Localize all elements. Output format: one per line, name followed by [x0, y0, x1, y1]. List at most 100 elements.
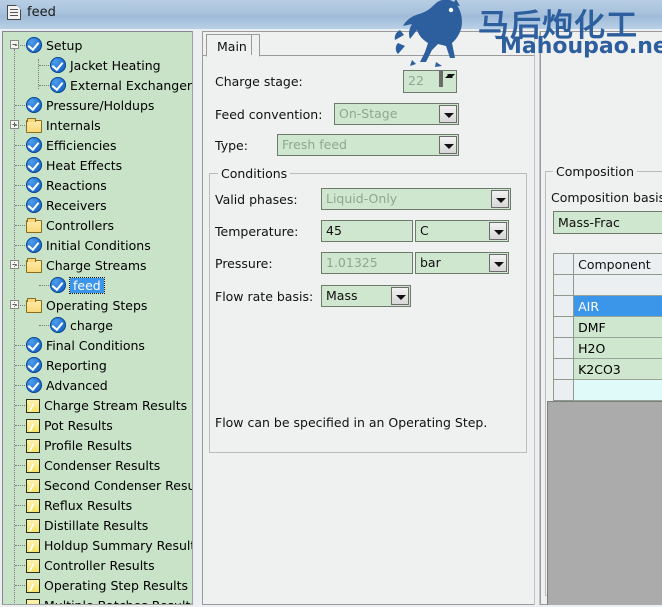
table-row[interactable]: K2CO3	[552, 358, 662, 380]
row-handle[interactable]	[552, 274, 575, 296]
tree-item-profile-results[interactable]: Profile Results	[3, 435, 192, 455]
flow-rate-basis-select[interactable]: Mass	[321, 285, 411, 307]
cell-component[interactable]	[573, 379, 662, 401]
tree-item-initial-conditions[interactable]: Initial Conditions	[3, 235, 192, 255]
warning-triangle-icon	[26, 418, 40, 433]
type-select[interactable]: Fresh feed	[277, 134, 459, 156]
chevron-down-icon[interactable]	[439, 105, 457, 123]
cell-component[interactable]: DMF	[573, 316, 662, 338]
chevron-down-icon[interactable]	[439, 136, 457, 154]
tree-item-controller-results[interactable]: Controller Results	[3, 555, 192, 575]
blue-check-icon	[26, 157, 42, 173]
tree-item-reflux-results[interactable]: Reflux Results	[3, 495, 192, 515]
tree-item-feed[interactable]: feed	[3, 275, 192, 295]
type-value: Fresh feed	[282, 137, 347, 152]
tree-item-operating-steps[interactable]: − Operating Steps	[3, 295, 192, 315]
row-handle[interactable]	[552, 379, 575, 401]
tree-item-reactions[interactable]: Reactions	[3, 175, 192, 195]
navigation-tree-panel[interactable]: − Setup Jacket Heating External Exchanger H…	[2, 31, 193, 605]
tree-item-label: Pressure/Holdups	[46, 97, 155, 113]
chevron-down-icon[interactable]	[391, 287, 409, 305]
flow-rate-basis-row: Flow rate basis: Mass	[215, 285, 411, 307]
tree-item-final-conditions[interactable]: Final Conditions	[3, 335, 192, 355]
tree-item-efficiencies[interactable]: Efficiencies	[3, 135, 192, 155]
tree-item-internals[interactable]: + Internals	[3, 115, 192, 135]
charge-stage-value: 22	[408, 73, 424, 88]
tree-item-label: Receivers	[46, 197, 107, 213]
tree-item-pot-results[interactable]: Pot Results	[3, 415, 192, 435]
tree-item-condenser-results[interactable]: Condenser Results	[3, 455, 192, 475]
table-row[interactable]: DMF	[552, 316, 662, 338]
chevron-down-icon[interactable]	[489, 254, 507, 272]
col-rowhandle	[552, 253, 575, 275]
tree-connector	[15, 185, 25, 186]
tab-strip: Main	[203, 32, 534, 57]
row-handle[interactable]	[552, 358, 575, 380]
table-row[interactable]	[552, 274, 662, 296]
type-row: Type: Fresh feed	[215, 134, 459, 156]
tree-item-external-exchanger-h[interactable]: External Exchanger H	[3, 75, 192, 95]
tree-item-controllers[interactable]: Controllers	[3, 215, 192, 235]
col-component[interactable]: Component	[573, 253, 662, 275]
row-handle[interactable]	[552, 295, 575, 317]
cell-component[interactable]	[573, 274, 662, 296]
tree-item-pressure-holdups[interactable]: Pressure/Holdups	[3, 95, 192, 115]
tree-item-charge-stream-results[interactable]: Charge Stream Results	[3, 395, 192, 415]
tree-item-operating-step-results[interactable]: Operating Step Results	[3, 575, 192, 595]
tree-connector	[15, 105, 25, 106]
main-form-panel: Main Charge stage: 22 Feed convention: O…	[202, 31, 534, 605]
feed-convention-select[interactable]: On-Stage	[334, 103, 459, 125]
composition-basis-select[interactable]: Mass-Frac	[553, 211, 662, 234]
pressure-row: Pressure: 1.01325 bar	[215, 252, 509, 274]
tree-connector	[15, 425, 25, 426]
table-row[interactable]	[552, 379, 662, 401]
tree-spine	[38, 59, 39, 89]
composition-table[interactable]: Component F AIRDMFH2OK2CO3	[552, 253, 662, 401]
window-title: feed	[27, 5, 56, 20]
pressure-input[interactable]: 1.01325	[321, 252, 413, 274]
flow-rate-basis-value: Mass	[326, 288, 358, 303]
valid-phases-select[interactable]: Liquid-Only	[321, 188, 511, 210]
tree-item-jacket-heating[interactable]: Jacket Heating	[3, 55, 192, 75]
tree-item-receivers[interactable]: Receivers	[3, 195, 192, 215]
tree-item-distillate-results[interactable]: Distillate Results	[3, 515, 192, 535]
valid-phases-row: Valid phases: Liquid-Only	[215, 188, 511, 210]
temperature-input[interactable]: 45	[321, 220, 413, 242]
tree-connector	[39, 85, 49, 86]
tree-item-advanced[interactable]: Advanced	[3, 375, 192, 395]
pressure-unit-select[interactable]: bar	[415, 252, 509, 274]
cell-component[interactable]: AIR	[573, 295, 662, 317]
table-row[interactable]: H2O	[552, 337, 662, 359]
temperature-label: Temperature:	[215, 223, 299, 239]
cell-component[interactable]: K2CO3	[573, 358, 662, 380]
tree-item-reporting[interactable]: Reporting	[3, 355, 192, 375]
tab-divider	[251, 35, 252, 55]
cell-component[interactable]: H2O	[573, 337, 662, 359]
tree-item-setup[interactable]: − Setup	[3, 35, 192, 55]
pressure-unit-value: bar	[420, 255, 441, 270]
tree-item-second-condenser-resul[interactable]: Second Condenser Resul	[3, 475, 192, 495]
row-handle[interactable]	[552, 316, 575, 338]
blue-check-icon	[26, 337, 42, 353]
tree-connector	[15, 565, 25, 566]
charge-stage-stepper[interactable]: 22	[403, 70, 457, 93]
panel-splitter[interactable]	[194, 31, 201, 605]
stepper-down-icon[interactable]	[441, 71, 443, 87]
temperature-unit-select[interactable]: C	[415, 220, 509, 242]
tree-item-charge-streams[interactable]: − Charge Streams	[3, 255, 192, 275]
chevron-down-icon[interactable]	[491, 190, 509, 208]
row-handle[interactable]	[552, 337, 575, 359]
folder-icon	[26, 257, 42, 273]
table-row[interactable]: AIR	[552, 295, 662, 317]
tree-connector	[15, 225, 25, 226]
tree-item-label: Operating Steps	[46, 297, 148, 313]
charge-stage-stepper-buttons[interactable]	[439, 70, 456, 92]
tree-connector	[15, 385, 25, 386]
composition-legend: Composition	[553, 164, 638, 179]
chevron-down-icon[interactable]	[489, 222, 507, 240]
tree-item-holdup-summary-results[interactable]: Holdup Summary Results	[3, 535, 192, 555]
tree-item-charge[interactable]: charge	[3, 315, 192, 335]
tree-item-heat-effects[interactable]: Heat Effects	[3, 155, 192, 175]
tree-item-multiple-batches-results[interactable]: Multiple Batches Results	[3, 595, 192, 604]
conditions-groupbox: Conditions	[209, 166, 527, 453]
